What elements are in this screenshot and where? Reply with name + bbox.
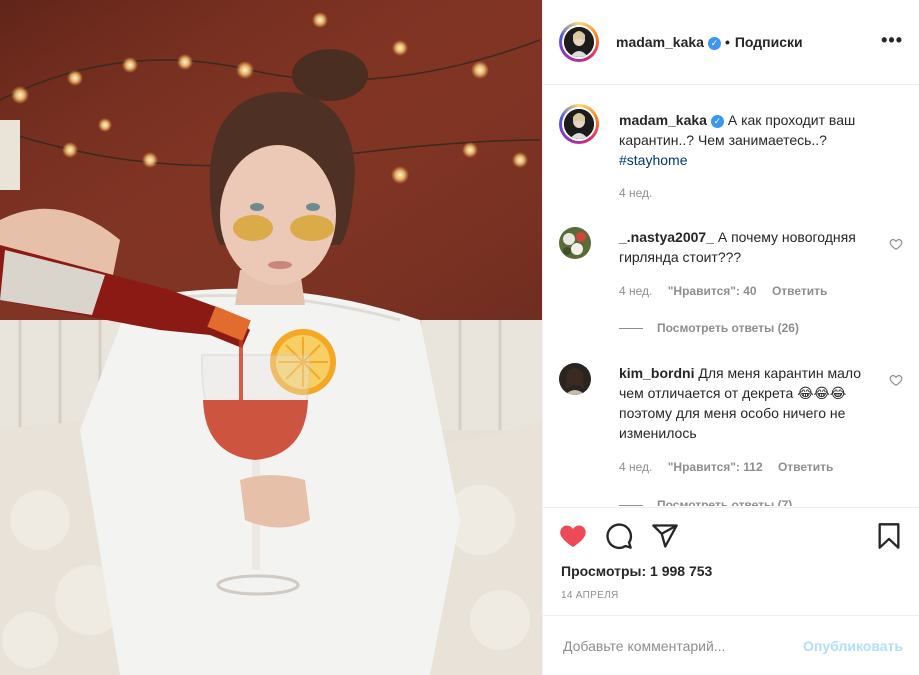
- hashtag-link[interactable]: #stayhome: [619, 152, 687, 168]
- separator-dot: •: [724, 34, 730, 50]
- post-dialog: madam_kaka ✓ • Подписки ••• madam_kaka ✓…: [0, 0, 919, 675]
- avatar-photo: [564, 27, 594, 57]
- comment-meta: 4 нед. "Нравится": 40 Ответить: [619, 284, 839, 298]
- comment-text: _.nastya2007_ А почему новогодняя гирлян…: [619, 227, 873, 267]
- replies-line: [619, 328, 643, 330]
- caption: madam_kaka ✓ А как проходит ваш карантин.…: [559, 104, 903, 204]
- header-author-line: madam_kaka ✓ • Подписки: [616, 34, 803, 50]
- comment-likes-count[interactable]: "Нравится": 40: [668, 284, 757, 298]
- view-replies-button[interactable]: Посмотреть ответы (7): [619, 498, 792, 506]
- comment-item: _.nastya2007_ А почему новогодняя гирлян…: [559, 227, 903, 347]
- commenter-avatar[interactable]: [559, 363, 591, 395]
- caption-timestamp[interactable]: 4 нед.: [619, 186, 652, 200]
- verified-badge-icon: ✓: [707, 36, 721, 50]
- following-button[interactable]: Подписки: [735, 34, 803, 50]
- caption-time: 4 нед.: [619, 186, 664, 200]
- caption-text: madam_kaka ✓ А как проходит ваш карантин.…: [619, 110, 873, 170]
- comment-icon[interactable]: [605, 522, 633, 550]
- like-comment-heart-icon[interactable]: [889, 373, 903, 387]
- like-comment-heart-icon[interactable]: [889, 237, 903, 251]
- comment-text: kim_bordni Для меня карантин мало чем от…: [619, 363, 873, 443]
- verified-badge-icon: ✓: [710, 114, 724, 128]
- commenter-avatar[interactable]: [559, 227, 591, 259]
- bookmark-icon[interactable]: [875, 522, 903, 550]
- comment-item: kim_bordni Для меня карантин мало чем от…: [559, 363, 903, 506]
- comment-author[interactable]: _.nastya2007_: [619, 229, 714, 245]
- avatar-photo: [559, 363, 591, 395]
- post-photo[interactable]: [0, 0, 542, 675]
- liked-heart-icon[interactable]: [559, 522, 587, 550]
- comments-list[interactable]: madam_kaka ✓ А как проходит ваш карантин.…: [543, 86, 919, 506]
- publish-button[interactable]: Опубликовать: [803, 638, 903, 654]
- share-icon[interactable]: [651, 522, 679, 550]
- post-header: madam_kaka ✓ • Подписки •••: [543, 0, 919, 85]
- view-replies-button[interactable]: Посмотреть ответы (26): [619, 321, 799, 335]
- more-options-icon[interactable]: •••: [881, 30, 903, 50]
- replies-line: [619, 505, 643, 506]
- author-avatar[interactable]: [559, 22, 599, 62]
- view-replies-label: Посмотреть ответы (7): [657, 498, 793, 506]
- views-count[interactable]: Просмотры: 1 998 753: [561, 563, 712, 579]
- post-actions: Просмотры: 1 998 753 14 АПРЕЛЯ: [543, 507, 919, 615]
- reply-button[interactable]: Ответить: [772, 284, 827, 298]
- post-date[interactable]: 14 АПРЕЛЯ: [561, 590, 618, 601]
- author-username[interactable]: madam_kaka: [616, 34, 704, 50]
- view-replies-label: Посмотреть ответы (26): [657, 321, 799, 335]
- reply-button[interactable]: Ответить: [778, 460, 833, 474]
- caption-author[interactable]: madam_kaka: [619, 112, 707, 128]
- comment-timestamp[interactable]: 4 нед.: [619, 460, 652, 474]
- comment-author[interactable]: kim_bordni: [619, 365, 694, 381]
- comment-likes-count[interactable]: "Нравится": 112: [668, 460, 763, 474]
- comment-meta: 4 нед. "Нравится": 112 Ответить: [619, 460, 845, 474]
- avatar-photo: [564, 109, 594, 139]
- comment-emoji: 😂😂😂: [797, 385, 847, 401]
- add-comment-bar: Опубликовать: [543, 615, 919, 675]
- photo-illustration: [0, 0, 542, 675]
- comment-input[interactable]: [561, 634, 785, 658]
- avatar-photo: [559, 227, 591, 259]
- caption-avatar[interactable]: [559, 104, 599, 144]
- comment-timestamp[interactable]: 4 нед.: [619, 284, 652, 298]
- comment-body-continued: поэтому для меня особо ничего не изменил…: [619, 405, 846, 441]
- post-sidebar: madam_kaka ✓ • Подписки ••• madam_kaka ✓…: [542, 0, 919, 675]
